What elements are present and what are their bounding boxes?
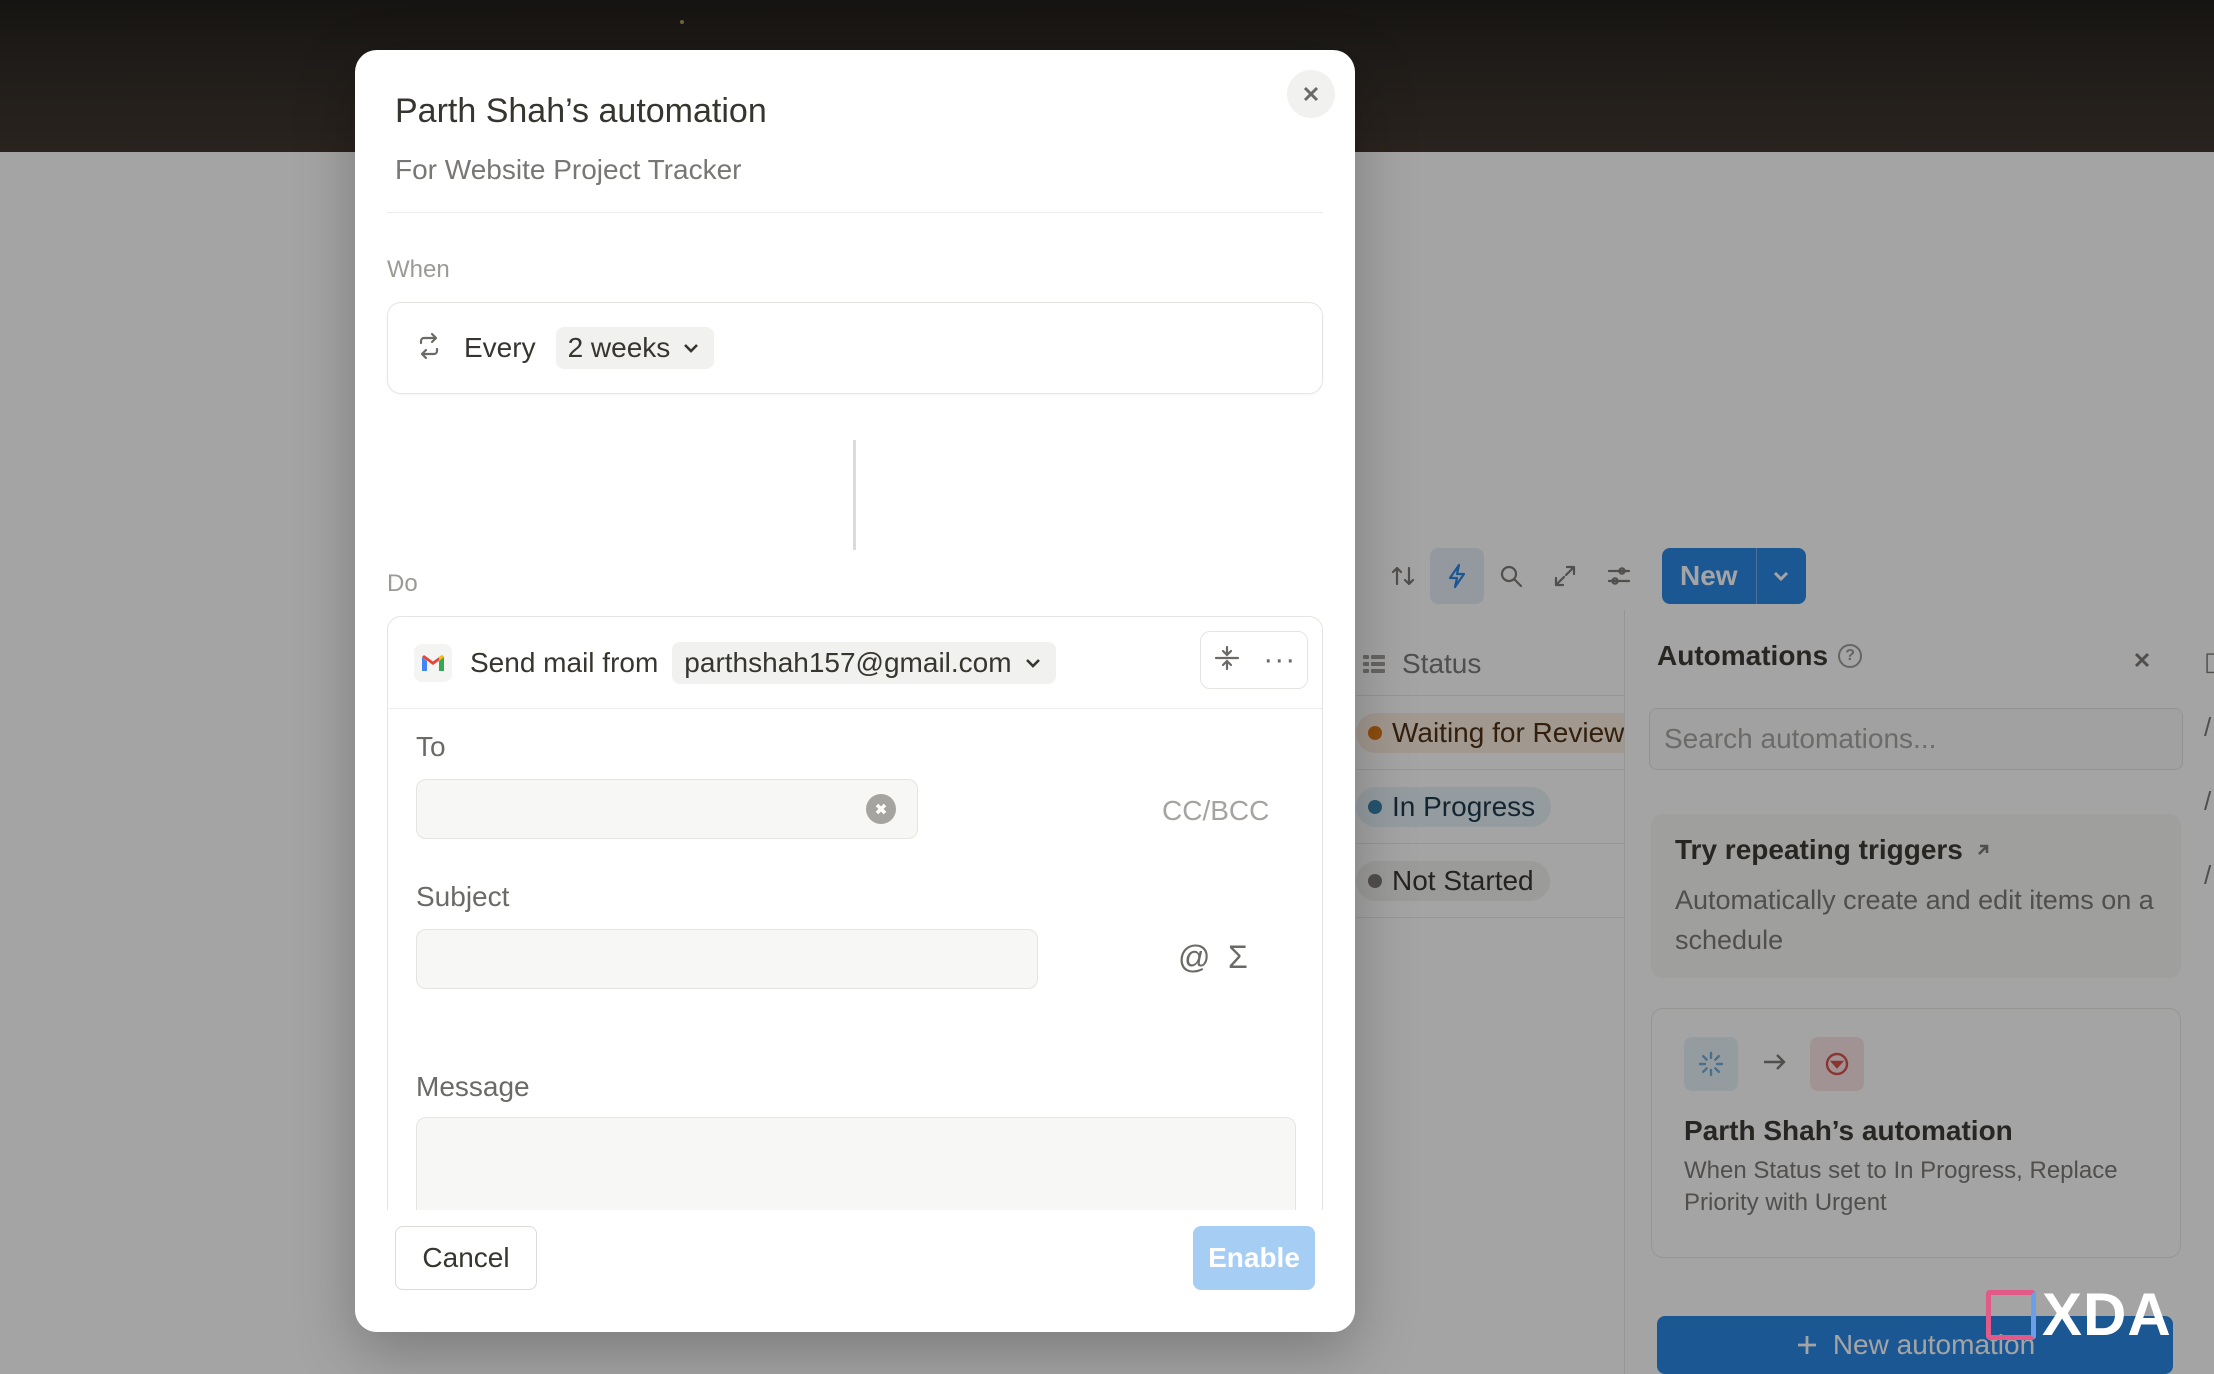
sender-account-dropdown[interactable]: parthshah157@gmail.com <box>672 641 1056 684</box>
action-tools: ··· <box>1200 631 1308 689</box>
every-label: Every <box>464 332 536 363</box>
modal-footer: Cancel Enable <box>355 1210 1355 1332</box>
cancel-button[interactable]: Cancel <box>395 1226 537 1290</box>
cc-bcc-link[interactable]: CC/BCC <box>1162 795 1269 827</box>
action-header: Send mail from parthshah157@gmail.com ··… <box>388 617 1322 709</box>
chevron-down-icon <box>1025 658 1040 668</box>
more-options-icon[interactable]: ··· <box>1263 645 1296 675</box>
xda-watermark: XDA <box>1986 1280 2172 1349</box>
message-label: Message <box>416 1071 530 1102</box>
trigger-action-connector <box>853 440 856 550</box>
enable-button[interactable]: Enable <box>1193 1226 1315 1290</box>
to-input[interactable] <box>416 779 918 839</box>
to-label: To <box>416 731 446 762</box>
interval-dropdown[interactable]: 2 weeks <box>555 327 715 369</box>
do-section-label: Do <box>387 570 418 597</box>
when-section-label: When <box>387 256 450 283</box>
xda-logo-mark <box>1986 1289 2036 1340</box>
subject-label: Subject <box>416 881 510 912</box>
collapse-icon <box>1214 645 1239 670</box>
subject-input[interactable] <box>416 929 1038 989</box>
repeat-icon <box>414 331 444 366</box>
collapse-button[interactable] <box>1212 643 1242 678</box>
modal-subtitle: For Website Project Tracker <box>395 154 742 185</box>
modal-divider <box>387 212 1323 213</box>
action-label: Send mail from <box>470 646 659 678</box>
gmail-icon <box>414 643 452 682</box>
xda-watermark-text: XDA <box>2042 1281 2172 1348</box>
clear-input-icon[interactable] <box>866 794 896 824</box>
sender-email: parthshah157@gmail.com <box>684 646 1012 678</box>
interval-value: 2 weeks <box>567 332 671 363</box>
mention-button[interactable]: @ <box>1178 939 1210 976</box>
modal-title: Parth Shah’s automation <box>395 92 767 130</box>
modal-close-button[interactable] <box>1287 70 1335 118</box>
chevron-down-icon <box>684 344 699 353</box>
automation-editor-modal: Parth Shah’s automation For Website Proj… <box>355 50 1355 1332</box>
close-icon <box>1303 86 1319 102</box>
trigger-block[interactable]: Every 2 weeks <box>387 302 1323 394</box>
formula-button[interactable]: Σ <box>1228 939 1248 976</box>
